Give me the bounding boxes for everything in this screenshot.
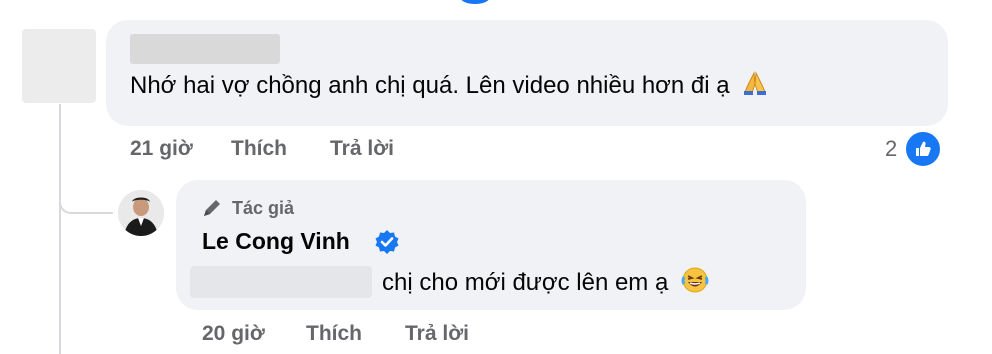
- comment-text: Nhớ hai vợ chồng anh chị quá. Lên video …: [130, 70, 768, 103]
- pen-icon: [200, 196, 224, 225]
- thread-line-branch: [59, 198, 113, 214]
- folded-hands-icon: [742, 70, 768, 103]
- top-blue-icon: [460, 0, 490, 4]
- verified-badge-icon: [374, 229, 400, 255]
- author-badge-label: Tác giả: [232, 198, 295, 218]
- like-icon[interactable]: [904, 130, 942, 168]
- reply-like-button[interactable]: Thích: [306, 322, 362, 346]
- author-avatar[interactable]: [118, 190, 164, 236]
- reply-reply-button[interactable]: Trả lời: [405, 322, 469, 346]
- commenter-name-blurred[interactable]: [130, 34, 280, 64]
- reply-author-name[interactable]: Le Cong Vinh: [202, 228, 350, 255]
- mention-blurred[interactable]: [190, 266, 372, 298]
- comment-like-button[interactable]: Thích: [231, 137, 287, 161]
- reply-time[interactable]: 20 giờ: [202, 322, 265, 346]
- comment-reply-button[interactable]: Trả lời: [330, 137, 394, 161]
- reply-text: chị cho mới được lên em ạ: [382, 266, 709, 301]
- laughing-tears-icon: [681, 266, 709, 301]
- thread-line-vertical: [59, 104, 61, 354]
- comment-time[interactable]: 21 giờ: [130, 137, 193, 161]
- reaction-count[interactable]: 2: [885, 136, 897, 162]
- commenter-avatar-blurred[interactable]: [22, 29, 96, 103]
